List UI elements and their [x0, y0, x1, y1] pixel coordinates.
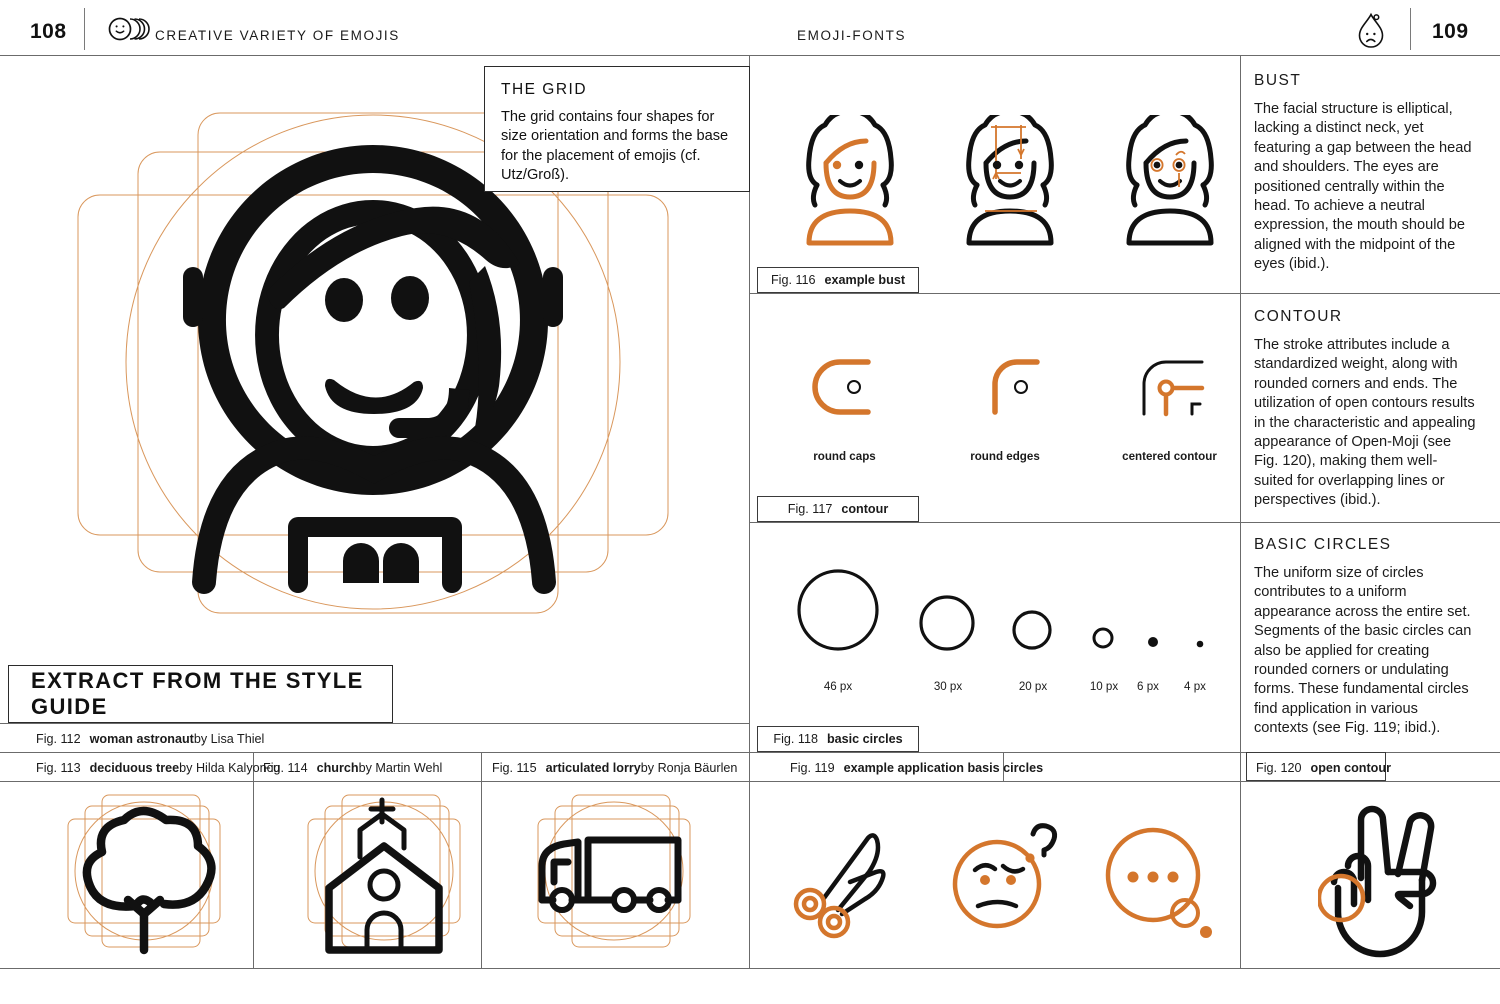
callout-the-grid-body: The grid contains four shapes for size o…: [501, 109, 729, 184]
circle-label-4px: 4 px: [1184, 680, 1206, 693]
figure-tab-fig117: Fig. 117 contour: [757, 496, 919, 522]
fig112-number: Fig. 112: [36, 732, 81, 746]
fig119-number: Fig. 119: [790, 760, 835, 775]
articulated-lorry-illustration: [520, 790, 705, 960]
header-divider-right: [1410, 8, 1411, 50]
contour-round-caps: [810, 352, 890, 422]
fig117-number: Fig. 117: [787, 502, 833, 516]
fig115-number: Fig. 115: [492, 760, 537, 775]
panel-basic-circles-body: The uniform size of circles contributes …: [1254, 565, 1472, 737]
figure-tab-fig118: Fig. 118 basic circles: [757, 726, 919, 752]
fig118-title: basic circles: [826, 732, 903, 746]
speech-balloon-emoji: [1095, 815, 1220, 945]
example-bust-orange: [795, 115, 905, 250]
fig114-title: church: [316, 760, 359, 775]
victory-hand-emoji: [1318, 800, 1448, 960]
contour-round-edges: [975, 352, 1055, 422]
circle-label-46px: 46 px: [823, 680, 853, 693]
fig120-number: Fig. 120: [1256, 760, 1302, 775]
left-header-title: CREATIVE VARIETY OF EMOJIS: [155, 28, 400, 43]
deciduous-tree-illustration: [55, 790, 230, 960]
bottom-cell-divider-2: [481, 752, 482, 968]
figure-caption-fig120: Fig. 120 open contour: [1256, 754, 1391, 781]
example-bust-neutral: [1115, 115, 1225, 250]
callout-the-grid-heading: THE GRID: [501, 81, 588, 98]
figure-caption-fig119: Fig. 119 example application basis circl…: [790, 754, 1043, 781]
fig118-number: Fig. 118: [773, 732, 818, 746]
panel-bust-body: The facial structure is elliptical, lack…: [1254, 101, 1472, 273]
right-column-divider: [1240, 56, 1241, 969]
left-page-number: 108: [30, 20, 67, 43]
header-rule: [0, 55, 1500, 56]
example-bust-measured: [955, 115, 1065, 250]
fig112-author: by Lisa Thiel: [193, 732, 265, 746]
fig116-number: Fig. 116: [770, 273, 816, 287]
sad-drop-face-icon: [1352, 9, 1390, 51]
panel-bust: BUST The facial structure is elliptical,…: [1254, 72, 1476, 275]
fig115-title: articulated lorry: [545, 760, 641, 775]
style-guide-banner: EXTRACT FROM THE STYLE GUIDE: [8, 665, 393, 723]
figure-tab-fig116: Fig. 116 example bust: [757, 267, 919, 293]
fig112-title: woman astronaut: [89, 732, 194, 746]
fig114-number: Fig. 114: [263, 760, 308, 775]
callout-the-grid: THE GRID The grid contains four shapes f…: [484, 66, 750, 192]
rule-left-caption-top: [0, 723, 749, 724]
fig113-title: deciduous tree: [89, 760, 180, 775]
scissors-emoji: [790, 820, 900, 940]
panel-contour-heading: CONTOUR: [1254, 308, 1343, 325]
fig114-author: by Martin Wehl: [358, 760, 443, 775]
right-page-number: 109: [1432, 20, 1469, 43]
fig120-title: open contour: [1310, 760, 1391, 775]
page-header: 108 CREATIVE VARIETY OF EMOJIS EMOJI-FON…: [0, 0, 1500, 56]
figure-caption-fig114: Fig. 114 church by Martin Wehl: [263, 754, 442, 781]
panel-bust-heading: BUST: [1254, 72, 1302, 89]
thinking-face-emoji: [945, 812, 1065, 942]
contour-centered-contour: [1130, 352, 1215, 422]
contour-label-centered-contour: centered contour: [1122, 450, 1217, 463]
fig113-number: Fig. 113: [36, 760, 81, 775]
church-illustration: [295, 790, 470, 960]
contour-label-round-edges: round edges: [970, 450, 1040, 463]
circle-label-30px: 30 px: [933, 680, 963, 693]
rule-bottom: [0, 968, 1500, 969]
figure-caption-fig113: Fig. 113 deciduous tree by Hilda Kalyonc…: [36, 754, 280, 781]
stacked-smiley-icon: [100, 16, 152, 42]
fig119-title: example application basis circles: [843, 760, 1044, 775]
panel-basic-circles-heading: BASIC CIRCLES: [1254, 536, 1392, 553]
style-guide-banner-label: EXTRACT FROM THE STYLE GUIDE: [31, 668, 364, 719]
center-column-divider: [749, 56, 750, 969]
figure-caption-fig115: Fig. 115 articulated lorry by Ronja Bäur…: [492, 754, 737, 781]
rule-contour-bottom: [749, 522, 1500, 523]
panel-contour-body: The stroke attributes include a standard…: [1254, 337, 1476, 509]
rule-bust-bottom: [749, 293, 1500, 294]
right-header-title: EMOJI-FONTS: [797, 28, 907, 43]
spread-page: 108 CREATIVE VARIETY OF EMOJIS EMOJI-FON…: [0, 0, 1500, 1004]
panel-basic-circles: BASIC CIRCLES The uniform size of circle…: [1254, 536, 1476, 739]
header-divider-left: [84, 8, 85, 50]
rule-captions-bottom: [0, 781, 1500, 782]
fig116-title: example bust: [824, 273, 906, 287]
panel-contour: CONTOUR The stroke attributes include a …: [1254, 308, 1476, 511]
fig117-title: contour: [841, 502, 889, 516]
figure-caption-fig112: Fig. 112 woman astronaut by Lisa Thiel: [36, 726, 264, 752]
contour-label-round-caps: round caps: [813, 450, 876, 463]
basic-circles-row: [790, 555, 1220, 665]
fig115-author: by Ronja Bäurlen: [640, 760, 738, 775]
bottom-cell-divider-1: [253, 781, 254, 968]
